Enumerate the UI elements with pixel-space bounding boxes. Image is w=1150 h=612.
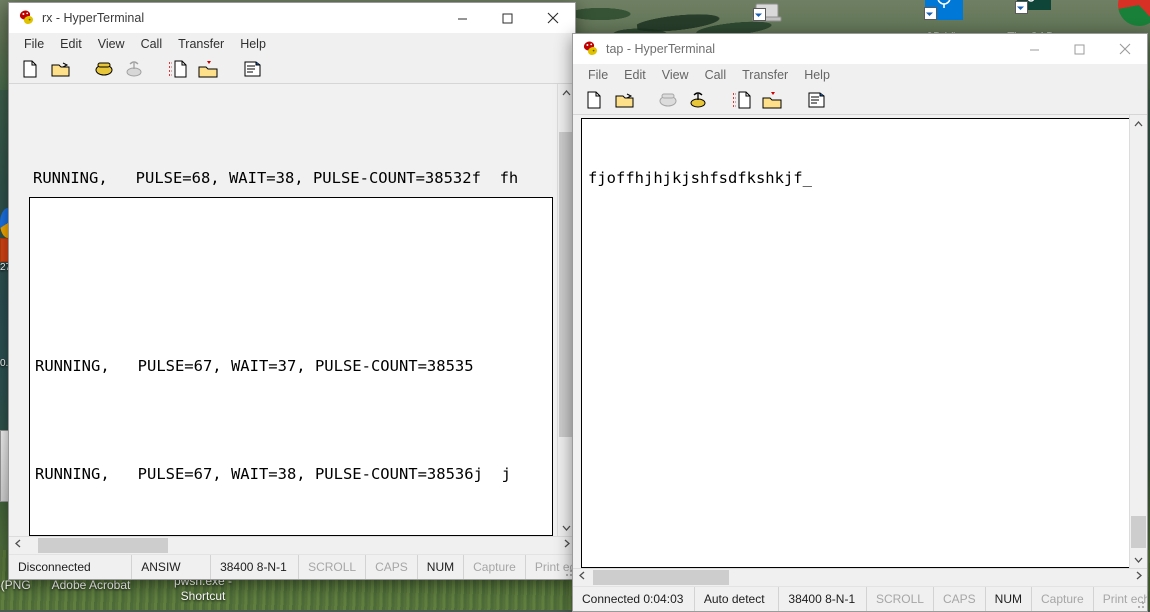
window-rx-hyperterminal[interactable]: rx - HyperTerminal File Edit View Call T… [8, 2, 576, 580]
terminal-line: RUNNING, PULSE=68, WAIT=38, PULSE-COUNT=… [33, 169, 519, 187]
disconnect-icon [122, 58, 146, 80]
status-connection: Disconnected [9, 555, 133, 579]
maximize-icon[interactable] [1057, 34, 1102, 64]
status-capture: Capture [464, 555, 526, 579]
receive-icon[interactable] [760, 89, 784, 111]
status-connection: Connected 0:04:03 [573, 587, 695, 611]
terminal-line: fjoffhjhjkjshfsdfkshkjf_ [588, 169, 812, 187]
window2-horizontal-scrollbar[interactable] [573, 568, 1147, 586]
status-capture: Capture [1032, 587, 1094, 611]
window-tap-hyperterminal[interactable]: tap - HyperTerminal File Edit View Call … [572, 33, 1148, 612]
status-port: 38400 8-N-1 [211, 555, 300, 579]
new-icon[interactable] [18, 58, 42, 80]
window2-resize-grip[interactable] [1135, 599, 1145, 609]
window1-inner-output: RUNNING, PULSE=67, WAIT=37, PULSE-COUNT=… [30, 270, 552, 535]
window1-terminal-inner-frame[interactable]: RUNNING, PULSE=67, WAIT=37, PULSE-COUNT=… [29, 197, 553, 536]
minimize-icon[interactable] [440, 3, 485, 33]
open-icon[interactable] [612, 89, 636, 111]
call-icon[interactable] [92, 58, 116, 80]
window2-toolbar[interactable] [573, 86, 1147, 115]
status-port: 38400 8-N-1 [779, 587, 867, 611]
window1-statusbar: Disconnected ANSIW 38400 8-N-1 SCROLL CA… [9, 554, 575, 579]
terminal-line: RUNNING, PULSE=67, WAIT=37, PULSE-COUNT=… [35, 357, 474, 375]
window2-terminal-output[interactable]: fjoffhjhjkjshfsdfkshkjf_ [581, 118, 1129, 568]
libreoffice-icon [749, 2, 783, 30]
receive-icon[interactable] [196, 58, 220, 80]
window1-caption-buttons[interactable] [440, 3, 575, 33]
status-emulation: Auto detect [695, 587, 780, 611]
scroll-left-icon[interactable] [9, 537, 26, 554]
status-emulation: ANSIW [132, 555, 212, 579]
status-caps: CAPS [934, 587, 986, 611]
window2-vertical-scrollbar[interactable] [1129, 115, 1147, 568]
window1-titlebar[interactable]: rx - HyperTerminal [9, 3, 575, 33]
scroll-down-icon[interactable] [1130, 551, 1147, 568]
properties-icon[interactable] [240, 58, 264, 80]
close-icon[interactable] [530, 3, 575, 33]
status-caps: CAPS [366, 555, 418, 579]
send-icon[interactable] [166, 58, 190, 80]
menu-view[interactable]: View [90, 35, 133, 53]
desktop-icon-adobe-acrobat[interactable]: Adobe Acrobat [48, 578, 134, 592]
desktop-icon-adobe-acrobat-label: Adobe Acrobat [51, 578, 131, 592]
menu-transfer[interactable]: Transfer [170, 35, 232, 53]
3d-viewer-icon [918, 0, 964, 28]
window2-terminal-area[interactable]: fjoffhjhjkjshfsdfkshkjf_ [573, 115, 1147, 568]
menu-view[interactable]: View [654, 66, 697, 84]
window2-scroll-thumb[interactable] [1131, 516, 1146, 548]
window1-toolbar[interactable] [9, 55, 575, 84]
disconnect-icon[interactable] [686, 89, 710, 111]
scroll-left-icon[interactable] [573, 569, 590, 586]
window1-menubar[interactable]: File Edit View Call Transfer Help [9, 33, 575, 55]
hyperterminal-icon [18, 9, 36, 27]
window2-statusbar: Connected 0:04:03 Auto detect 38400 8-N-… [573, 586, 1147, 611]
window1-terminal-area[interactable]: RUNNING, PULSE=68, WAIT=38, PULSE-COUNT=… [9, 84, 575, 536]
tinycad-icon [1009, 0, 1053, 28]
open-icon[interactable] [48, 58, 72, 80]
scroll-right-icon[interactable] [1130, 569, 1147, 586]
window2-title: tap - HyperTerminal [606, 42, 716, 56]
menu-call[interactable]: Call [697, 66, 735, 84]
scroll-up-icon[interactable] [1130, 115, 1147, 132]
status-num: NUM [418, 555, 465, 579]
menu-file[interactable]: File [16, 35, 52, 53]
menu-file[interactable]: File [580, 66, 616, 84]
desktop-icon-png-label: 0t3(PNG [0, 578, 31, 592]
status-scroll: SCROLL [299, 555, 367, 579]
menu-help[interactable]: Help [796, 66, 838, 84]
window1-hscroll-thumb[interactable] [38, 538, 168, 553]
window2-hscroll-thumb[interactable] [593, 570, 729, 585]
properties-icon[interactable] [804, 89, 828, 111]
new-icon[interactable] [582, 89, 606, 111]
window2-menubar[interactable]: File Edit View Call Transfer Help [573, 64, 1147, 86]
window1-terminal-output[interactable]: RUNNING, PULSE=68, WAIT=38, PULSE-COUNT=… [9, 84, 557, 536]
close-icon[interactable] [1102, 34, 1147, 64]
menu-help[interactable]: Help [232, 35, 274, 53]
call-icon [656, 89, 680, 111]
send-icon[interactable] [730, 89, 754, 111]
status-scroll: SCROLL [867, 587, 934, 611]
maximize-icon[interactable] [485, 3, 530, 33]
menu-edit[interactable]: Edit [52, 35, 90, 53]
window2-caption-buttons[interactable] [1012, 34, 1147, 64]
window1-title: rx - HyperTerminal [42, 11, 145, 25]
window1-horizontal-scrollbar[interactable] [9, 536, 575, 554]
terminal-line: RUNNING, PULSE=67, WAIT=38, PULSE-COUNT=… [35, 465, 511, 483]
menu-edit[interactable]: Edit [616, 66, 654, 84]
hyperterminal-icon [582, 40, 600, 58]
menu-call[interactable]: Call [133, 35, 171, 53]
minimize-icon[interactable] [1012, 34, 1057, 64]
window2-titlebar[interactable]: tap - HyperTerminal [573, 34, 1147, 64]
status-num: NUM [986, 587, 1032, 611]
menu-transfer[interactable]: Transfer [734, 66, 796, 84]
